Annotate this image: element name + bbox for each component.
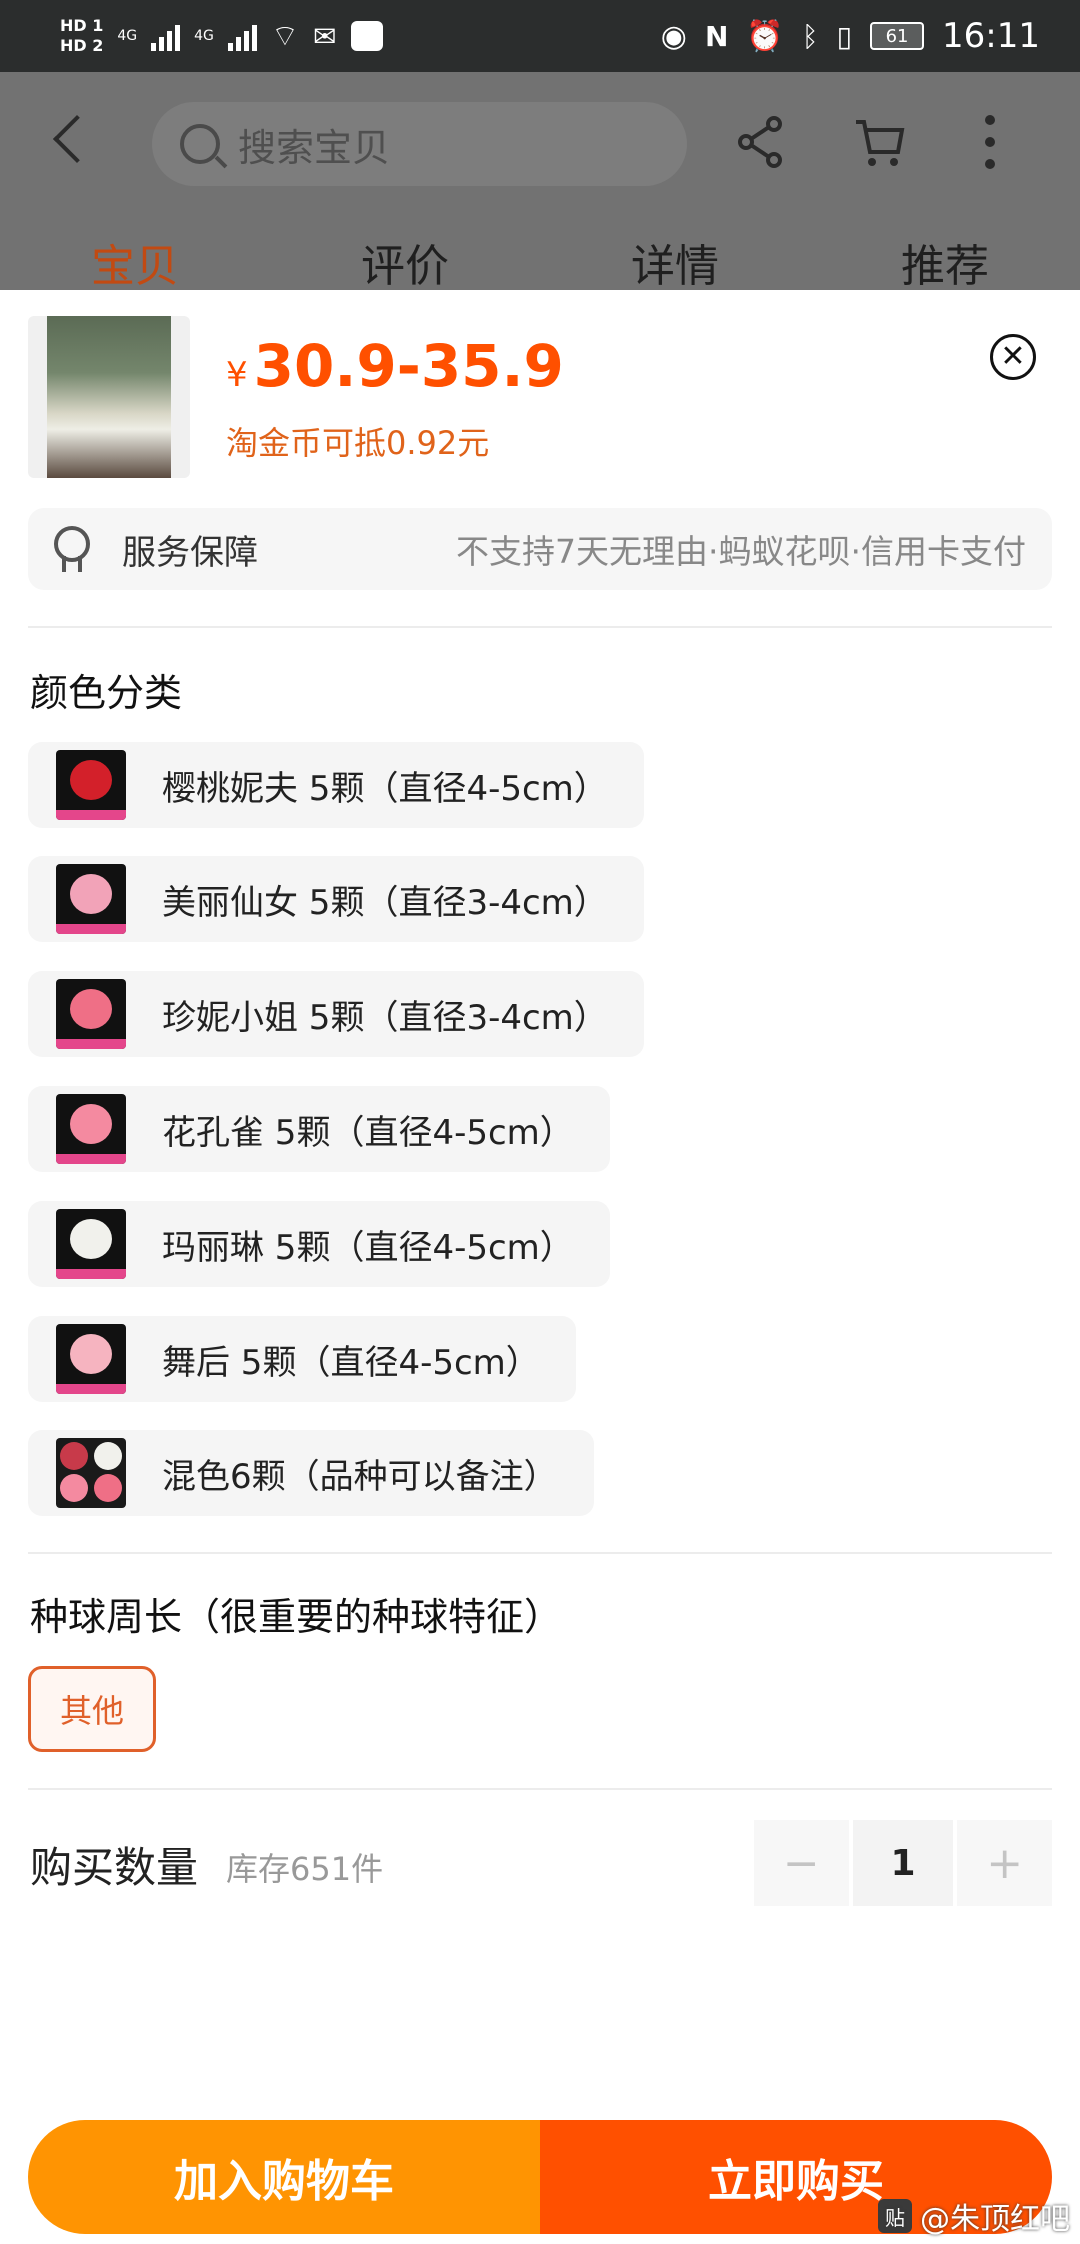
- hd-indicator: HD 1 HD 2: [60, 16, 103, 56]
- status-right: ◉ N ⏰ ᛒ ▯ 61 16:11: [661, 16, 1040, 56]
- divider: [28, 626, 1052, 628]
- price-range: 30.9-35.9: [253, 332, 564, 400]
- signal-icon-2: [227, 21, 257, 51]
- currency-symbol: ¥: [226, 355, 248, 395]
- close-button[interactable]: ✕: [990, 334, 1036, 380]
- option-label: 玛丽琳 5颗（直径4-5cm）: [162, 1227, 574, 1268]
- back-icon[interactable]: [52, 114, 102, 164]
- bluetooth-icon: ᛒ: [801, 19, 819, 53]
- quantity-label: 购买数量: [30, 1843, 199, 1892]
- tieba-logo-icon: 贴: [878, 2199, 912, 2233]
- watermark-text: @朱顶红吧: [920, 2202, 1070, 2237]
- option-thumbnail: [56, 864, 126, 934]
- search-bar[interactable]: 搜索宝贝: [152, 102, 687, 186]
- color-option[interactable]: 樱桃妮夫 5颗（直径4-5cm）: [28, 742, 644, 828]
- wifi-icon: ⌔: [270, 19, 300, 54]
- option-label: 舞后 5颗（直径4-5cm）: [162, 1342, 540, 1383]
- color-option[interactable]: 花孔雀 5颗（直径4-5cm）: [28, 1086, 610, 1172]
- watermark: 贴 @朱顶红吧: [878, 2194, 1070, 2238]
- hd1-label: HD 1: [60, 16, 104, 35]
- option-label: 珍妮小姐 5颗（直径3-4cm）: [162, 997, 608, 1038]
- search-icon: [180, 124, 220, 164]
- hd2-label: HD 2: [60, 36, 104, 55]
- network-label-2: 4G: [194, 28, 214, 44]
- network-label-1: 4G: [117, 28, 138, 44]
- battery-level: 61: [885, 25, 909, 47]
- divider: [28, 1788, 1052, 1790]
- color-option[interactable]: 舞后 5颗（直径4-5cm）: [28, 1316, 576, 1402]
- tab-details[interactable]: 详情: [540, 230, 810, 294]
- color-option[interactable]: 玛丽琳 5颗（直径4-5cm）: [28, 1201, 610, 1287]
- decrement-button[interactable]: −: [754, 1820, 849, 1906]
- color-section-title: 颜色分类: [30, 671, 183, 715]
- nfc-icon: N: [704, 19, 729, 53]
- tab-recommend[interactable]: 推荐: [810, 230, 1080, 294]
- close-icon: ✕: [1000, 339, 1026, 374]
- service-value: 不支持7天无理由·蚂蚁花呗·信用卡支付: [456, 532, 1026, 571]
- service-label: 服务保障: [122, 532, 258, 573]
- clock: 16:11: [942, 16, 1040, 56]
- color-option[interactable]: 珍妮小姐 5颗（直径3-4cm）: [28, 971, 644, 1057]
- add-to-cart-button[interactable]: 加入购物车: [28, 2120, 540, 2234]
- service-guarantee-row[interactable]: 服务保障 不支持7天无理由·蚂蚁花呗·信用卡支付: [28, 508, 1052, 590]
- more-icon[interactable]: [976, 114, 1004, 170]
- option-thumbnail: [56, 1094, 126, 1164]
- product-image: [47, 316, 171, 478]
- status-left: HD 1 HD 2 4G 4G ⌔ ✉: [60, 16, 383, 56]
- tab-bar: 宝贝 评价 详情 推荐: [0, 230, 1080, 294]
- stock-count: 库存651件: [226, 1850, 384, 1888]
- tab-reviews[interactable]: 评价: [270, 230, 540, 294]
- share-icon[interactable]: [732, 114, 788, 170]
- tab-item[interactable]: 宝贝: [0, 230, 270, 294]
- price-row: ¥ 30.9-35.9: [226, 332, 564, 400]
- option-thumbnail: [56, 1209, 126, 1279]
- color-option[interactable]: 美丽仙女 5颗（直径3-4cm）: [28, 856, 644, 942]
- alarm-icon: ⏰: [746, 18, 784, 54]
- option-thumbnail: [56, 979, 126, 1049]
- search-placeholder: 搜索宝贝: [238, 125, 391, 170]
- size-option-other[interactable]: 其他: [28, 1666, 156, 1752]
- increment-button[interactable]: +: [957, 1820, 1052, 1906]
- quantity-stepper: − 1 +: [754, 1820, 1052, 1906]
- sku-sheet: ¥ 30.9-35.9 淘金币可抵0.92元 ✕ 服务保障 不支持7天无理由·蚂…: [0, 290, 1080, 2244]
- divider: [28, 1552, 1052, 1554]
- cart-icon[interactable]: [852, 114, 908, 170]
- product-thumbnail[interactable]: [28, 316, 190, 478]
- option-label: 美丽仙女 5颗（直径3-4cm）: [162, 882, 608, 923]
- medal-icon: [54, 526, 90, 572]
- coin-deduction: 淘金币可抵0.92元: [226, 424, 490, 462]
- status-bar: HD 1 HD 2 4G 4G ⌔ ✉ ◉ N ⏰ ᛒ ▯ 61 16:11: [0, 0, 1080, 72]
- app-notification-icon: [350, 21, 383, 51]
- option-thumbnail: [56, 750, 126, 820]
- size-section-title: 种球周长（很重要的种球特征）: [30, 1595, 563, 1639]
- option-thumbnail: [56, 1324, 126, 1394]
- quantity-value[interactable]: 1: [852, 1820, 954, 1906]
- eye-icon: ◉: [660, 18, 687, 54]
- color-option[interactable]: 混色6颗（品种可以备注）: [28, 1430, 594, 1516]
- option-thumbnail: [56, 1438, 126, 1508]
- option-label: 花孔雀 5颗（直径4-5cm）: [162, 1112, 574, 1153]
- vibrate-icon: ▯: [836, 19, 853, 53]
- app-header: 搜索宝贝 宝贝 评价 详情 推荐: [0, 72, 1080, 292]
- wechat-icon: ✉: [313, 19, 337, 53]
- battery-icon: 61: [870, 22, 925, 50]
- option-label: 樱桃妮夫 5颗（直径4-5cm）: [162, 768, 608, 809]
- option-label: 混色6颗（品种可以备注）: [162, 1456, 558, 1497]
- signal-icon: [151, 21, 181, 51]
